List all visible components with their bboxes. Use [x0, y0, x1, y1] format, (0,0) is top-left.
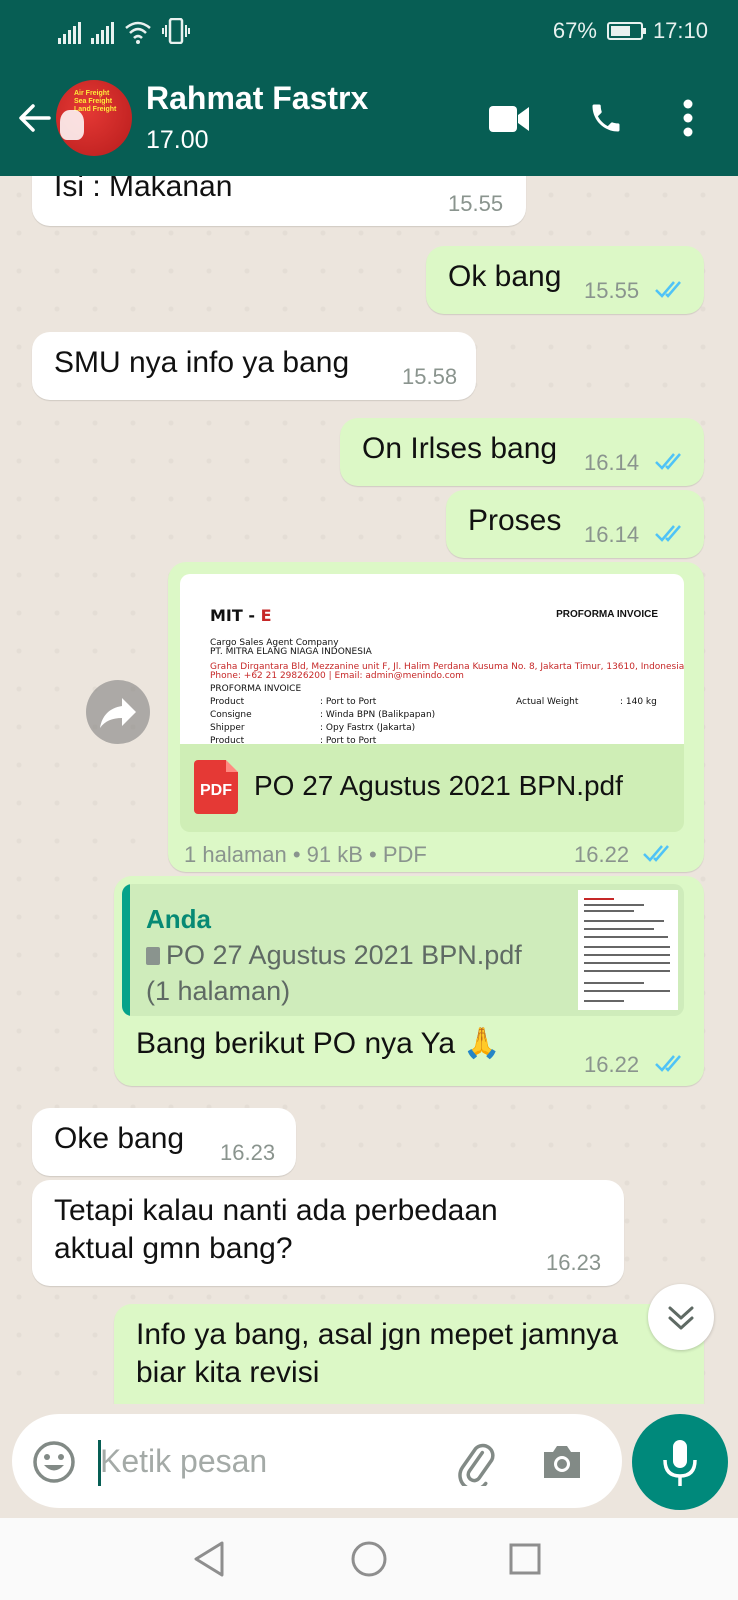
back-triangle-icon[interactable] — [192, 1540, 226, 1578]
battery-icon — [606, 22, 646, 40]
home-circle-icon[interactable] — [350, 1540, 388, 1578]
signal-icon — [91, 22, 114, 44]
attachment-icon[interactable] — [452, 1440, 498, 1486]
message-list[interactable]: Isi : Makanan 15.55 Ok bang 15.55 SMU ny… — [0, 176, 738, 1404]
double-chevron-down-icon — [668, 1306, 694, 1330]
battery-percent: 67% — [552, 18, 597, 43]
message-text: Isi : Makanan — [54, 176, 233, 203]
quoted-thumbnail — [578, 890, 678, 1010]
message-text: SMU nya info ya bang — [54, 346, 350, 379]
chat-header: Air Freight Sea Freight Land Freight Rah… — [0, 62, 738, 176]
document-meta: 1 halaman • 91 kB • PDF — [184, 842, 427, 867]
last-seen: 17.00 — [146, 126, 209, 154]
message-bubble[interactable]: Ok bang 15.55 — [426, 246, 704, 314]
message-bubble[interactable]: Info ya bang, asal jgn mepet jamnya biar… — [114, 1304, 704, 1404]
avatar[interactable]: Air Freight Sea Freight Land Freight — [56, 80, 132, 156]
document-file-row[interactable]: PDF PO 27 Agustus 2021 BPN.pdf — [180, 744, 684, 832]
signal-icon — [58, 22, 81, 44]
back-arrow-icon[interactable] — [16, 100, 52, 136]
message-bubble[interactable]: Isi : Makanan 15.55 — [32, 176, 526, 226]
message-bubble[interactable]: Oke bang 16.23 — [32, 1108, 296, 1176]
message-time: 16.22 — [584, 1052, 640, 1077]
document-preview[interactable]: MIT - E PROFORMA INVOICE Cargo Sales Age… — [180, 574, 684, 744]
system-nav-bar — [0, 1518, 738, 1600]
microphone-icon — [663, 1440, 697, 1486]
recents-square-icon[interactable] — [508, 1542, 542, 1576]
message-input[interactable] — [100, 1436, 430, 1486]
wifi-icon — [125, 21, 151, 44]
forward-button[interactable] — [86, 680, 150, 744]
read-receipt-icon — [655, 525, 681, 542]
voice-record-button[interactable] — [632, 1414, 728, 1510]
message-text: aktual gmn bang? — [54, 1232, 293, 1265]
message-text: Proses — [468, 504, 562, 537]
contact-name[interactable]: Rahmat Fastrx — [146, 80, 368, 117]
pdf-file-icon: PDF — [194, 760, 238, 814]
message-time: 16.14 — [584, 522, 640, 547]
message-time: 16.23 — [220, 1140, 276, 1165]
message-text: biar kita revisi — [136, 1356, 320, 1389]
message-text: Oke bang — [54, 1122, 185, 1155]
message-text: Info ya bang, asal jgn mepet jamnya — [136, 1318, 618, 1351]
message-bubble[interactable]: Proses 16.14 — [446, 490, 704, 558]
message-bubble[interactable]: SMU nya info ya bang 15.58 — [32, 332, 476, 400]
message-time: 15.55 — [448, 191, 504, 216]
message-text: On Irlses bang — [362, 432, 558, 465]
read-receipt-icon — [643, 845, 669, 862]
message-text: Bang berikut PO nya Ya 🙏 — [136, 1027, 501, 1060]
message-bubble[interactable]: On Irlses bang 16.14 — [340, 418, 704, 486]
read-receipt-icon — [655, 281, 681, 298]
composer — [0, 1404, 738, 1518]
quoted-file-name: PO 27 Agustus 2021 BPN.pdf — [166, 940, 522, 970]
message-text: Ok bang — [448, 260, 562, 293]
video-call-icon[interactable] — [488, 104, 530, 134]
quoted-author: Anda — [146, 904, 211, 934]
message-time: 16.14 — [584, 450, 640, 475]
vibrate-icon — [162, 18, 190, 44]
phone-call-icon[interactable] — [588, 100, 624, 136]
message-time: 15.55 — [584, 278, 640, 303]
status-bar: 67% 17:10 — [0, 0, 738, 62]
read-receipt-icon — [655, 1055, 681, 1072]
message-time: 16.22 — [574, 842, 630, 867]
message-time: 16.23 — [546, 1250, 602, 1275]
document-message[interactable]: MIT - E PROFORMA INVOICE Cargo Sales Age… — [168, 562, 704, 872]
document-file-name: PO 27 Agustus 2021 BPN.pdf — [254, 770, 623, 801]
message-text: Tetapi kalau nanti ada perbedaan — [54, 1194, 498, 1227]
more-options-icon[interactable] — [682, 98, 694, 138]
quoted-pages: (1 halaman) — [146, 976, 291, 1006]
emoji-icon[interactable] — [32, 1440, 76, 1484]
message-field[interactable] — [12, 1414, 622, 1508]
document-icon — [146, 947, 160, 965]
reply-message[interactable]: Anda PO 27 Agustus 2021 BPN.pdf (1 halam… — [114, 876, 704, 1086]
read-receipt-icon — [655, 453, 681, 470]
clock: 17:10 — [652, 18, 708, 43]
forward-icon — [100, 698, 136, 728]
message-time: 15.58 — [402, 364, 458, 389]
quoted-message[interactable]: Anda PO 27 Agustus 2021 BPN.pdf (1 halam… — [122, 884, 684, 1016]
camera-icon[interactable] — [540, 1442, 584, 1482]
message-bubble[interactable]: Tetapi kalau nanti ada perbedaan aktual … — [32, 1180, 624, 1286]
scroll-to-bottom-button[interactable] — [648, 1284, 714, 1350]
